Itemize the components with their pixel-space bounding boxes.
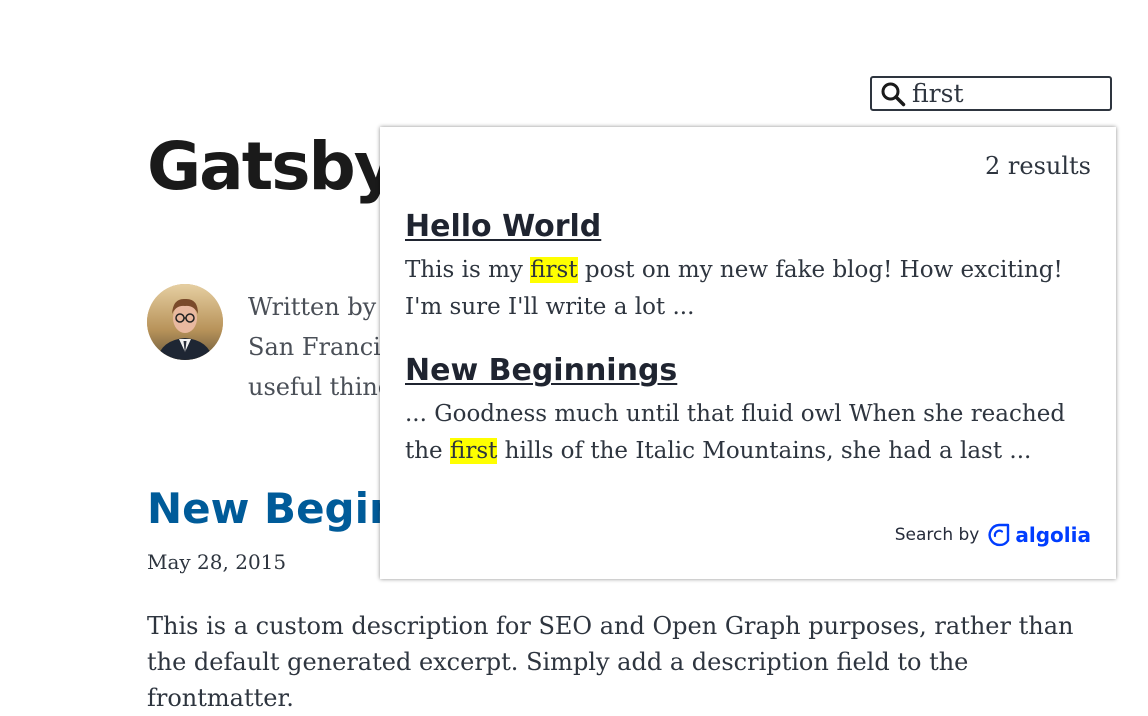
hit-title-link[interactable]: New Beginnings [405, 353, 1095, 388]
powered-by-label: Search by [894, 525, 980, 545]
post-date: May 28, 2015 [147, 550, 287, 574]
algolia-logo-icon [988, 523, 1010, 547]
hit-excerpt: ... Goodness much until that fluid owl W… [405, 401, 1066, 464]
search-hit[interactable]: Hello World This is my first post on my … [405, 209, 1095, 326]
search-box[interactable] [870, 76, 1112, 111]
hit-title-link[interactable]: Hello World [405, 209, 1095, 244]
hit-excerpt: This is my first post on my new fake blo… [405, 257, 1063, 320]
results-count: 2 results [985, 152, 1091, 180]
post-description: This is a custom description for SEO and… [147, 608, 1107, 716]
hit-highlight: first [449, 438, 498, 464]
hit-highlight: first [530, 257, 578, 283]
algolia-brand: algolia [1015, 523, 1091, 547]
avatar [147, 284, 223, 360]
post-description-text: This is a custom description for SEO and… [147, 612, 1074, 712]
search-input[interactable] [912, 79, 1102, 108]
search-results-dropdown: 2 results Hello World This is my first p… [380, 127, 1116, 579]
search-hit[interactable]: New Beginnings ... Goodness much until t… [405, 353, 1095, 470]
powered-by-algolia[interactable]: Search by algolia [895, 523, 1091, 547]
search-icon [881, 82, 906, 106]
